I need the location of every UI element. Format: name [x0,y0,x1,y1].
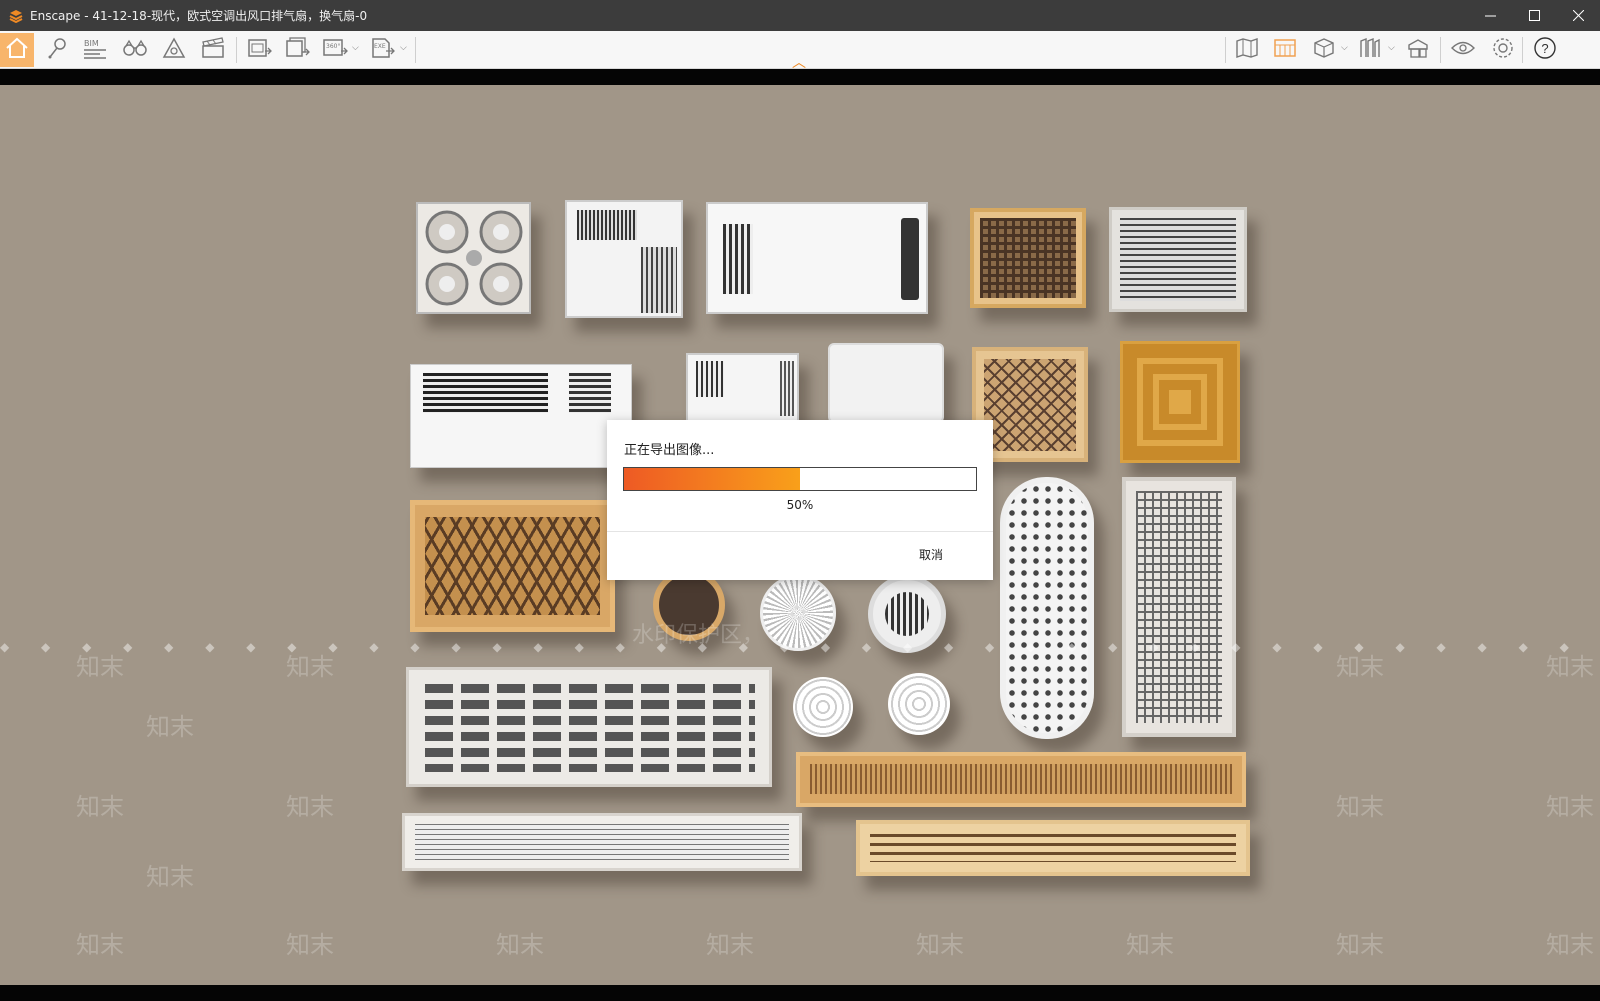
binoculars-icon [122,37,148,63]
watermark-brand: 知末 [1126,931,1174,959]
home-icon [5,37,29,63]
wooden-linear-bar-grille [856,820,1250,876]
watermark-brand: 知末 [1336,931,1384,959]
bim-button[interactable]: BIM [78,33,112,67]
round-ceiling-diffuser-small [793,677,853,737]
watermark-brand: 知末 [76,931,124,959]
bookmark-dropdown-chevron-icon[interactable]: ⌵ [1388,43,1395,53]
maximize-button[interactable] [1512,0,1556,31]
cancel-button[interactable]: 取消 [919,546,943,563]
toolbar: BIM 360° ⌵ EXE ⌵ ⌵ ⌵ ? ︿ [0,31,1600,70]
wooden-linear-slot-vent [796,752,1246,807]
bim-label: BIM [84,39,99,48]
export-progress-bar [623,467,977,491]
batch-render-icon [285,37,311,63]
location-button[interactable] [40,33,74,67]
watermark-brand: 知末 [286,793,334,821]
linear-louver-grille [1109,207,1247,312]
round-ceiling-diffuser-medium [888,673,950,735]
settings-gear-icon [1491,36,1515,64]
small-heater-panel [686,353,799,423]
material-button[interactable] [1268,33,1302,67]
bathroom-heater-panel [706,202,928,314]
heater-vent-panel [565,200,683,318]
progress-bar-fill [624,468,800,490]
bookmark-icon [1358,37,1382,63]
export-dropdown-chevron-icon[interactable]: ⌵ [400,43,407,53]
render-image-button[interactable] [243,33,277,67]
asset-library-icon [1405,37,1431,63]
batch-render-button[interactable] [281,33,315,67]
watermark-brand: 知末 [286,931,334,959]
map-icon [1235,37,1259,63]
watermark-brand: 知末 [1336,793,1384,821]
four-fan-exhaust-panel [416,202,531,314]
square-ceiling-diffuser [1120,341,1240,463]
oval-perforated-vent [1000,477,1094,739]
export-exe-icon: EXE [370,37,396,63]
settings-button[interactable] [1486,33,1520,67]
exe-label: EXE [374,43,386,50]
watermark-brand: 知末 [1336,653,1384,681]
cube-dropdown-chevron-icon[interactable]: ⌵ [1341,43,1348,53]
binoculars-button[interactable] [118,33,152,67]
viewport-bottom-border [0,985,1600,1001]
split-ac-indoor-unit [410,364,632,468]
render-image-icon [247,37,273,63]
video-editor-button[interactable] [196,33,230,67]
slotted-rectangular-grille [406,667,772,787]
panorama-label: 360° [326,43,341,50]
minimize-button[interactable] [1468,0,1512,31]
dialog-title: 正在导出图像... [624,443,715,458]
square-fan-vent [828,343,944,423]
watermark-brand: 知末 [76,653,124,681]
bookmark-button[interactable] [1353,33,1387,67]
help-icon: ? [1533,36,1557,64]
window-title: Enscape - 41-12-18-现代，欧式空调出风口排气扇，换气扇-0 [30,9,368,23]
warning-triangle-icon [162,37,186,63]
panorama-button[interactable]: 360° [318,33,352,67]
warning-button[interactable] [157,33,191,67]
location-pin-icon [45,37,69,63]
material-icon [1273,37,1297,63]
wooden-diamond-grille [410,500,615,632]
visual-settings-button[interactable] [1446,33,1480,67]
home-button[interactable] [0,33,34,67]
title-bar: Enscape - 41-12-18-现代，欧式空调出风口排气扇，换气扇-0 [0,0,1600,31]
export-progress-dialog: 正在导出图像... 50% 取消 [607,420,993,580]
watermark-brand: 知末 [76,793,124,821]
watermark-brand: 知末 [286,653,334,681]
map-button[interactable] [1230,33,1264,67]
collapse-toolbar-chevron-up-icon[interactable]: ︿ [792,56,806,70]
progress-percent: 50% [786,498,814,512]
close-button[interactable] [1556,0,1600,31]
panorama-dropdown-chevron-icon[interactable]: ⌵ [352,43,359,53]
asset-library-button[interactable] [1401,33,1435,67]
watermark-brand: 知末 [1546,653,1594,681]
clapperboard-icon [201,37,225,63]
svg-text:?: ? [1541,41,1548,56]
eye-icon [1450,37,1476,63]
export-exe-button[interactable]: EXE [366,33,400,67]
cube-view-button[interactable] [1307,33,1341,67]
wooden-grid-vent [970,208,1086,308]
watermark-brand: 知末 [496,931,544,959]
dialog-divider [607,531,993,532]
watermark-brand: 知末 [706,931,754,959]
watermark-brand: 知末 [1546,931,1594,959]
tall-lattice-vent [1122,477,1236,737]
watermark-brand: 知末 [146,863,194,891]
watermark-brand: 知末 [916,931,964,959]
bim-icon: BIM [84,39,106,61]
linear-bar-grille [402,813,802,871]
viewport-top-border [0,69,1600,85]
watermark-banner-text: 水印保护区， [632,623,765,648]
panorama-360-icon: 360° [322,37,348,63]
cube-icon [1312,37,1336,63]
watermark-brand: 知末 [1546,793,1594,821]
watermark-brand: 知末 [146,713,194,741]
enscape-logo-icon [8,8,24,24]
help-button[interactable]: ? [1528,33,1562,67]
